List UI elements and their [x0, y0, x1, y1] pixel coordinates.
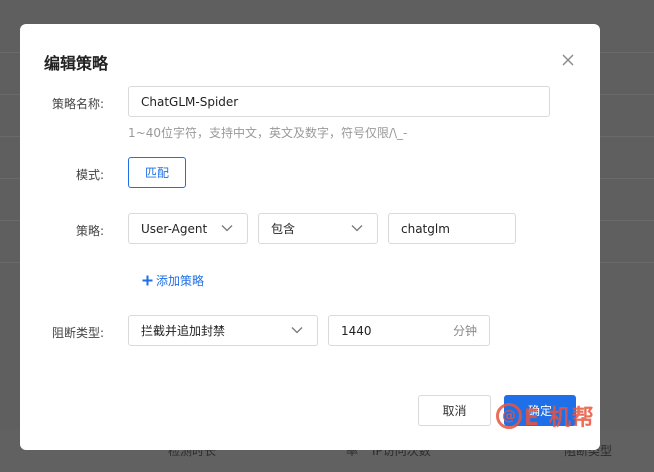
- ban-duration-value: 1440: [341, 323, 372, 338]
- strategy-field-select[interactable]: User-Agent: [128, 213, 248, 244]
- dialog-title: 编辑策略: [44, 54, 109, 73]
- watermark-text: E 机帮: [524, 406, 595, 431]
- add-strategy-label: 添加策略: [156, 274, 205, 288]
- strategy-label: 策略:: [75, 224, 104, 238]
- chevron-down-icon: [291, 327, 303, 334]
- ban-duration-unit: 分钟: [452, 324, 477, 338]
- block-type-value: 拦截并追加封禁: [141, 324, 226, 338]
- strategy-field-value: User-Agent: [141, 221, 208, 236]
- strategy-name-input[interactable]: ChatGLM-Spider: [128, 86, 550, 117]
- strategy-operator-select[interactable]: 包含: [258, 213, 378, 244]
- block-type-select[interactable]: 拦截并追加封禁: [128, 315, 318, 346]
- plus-icon: [142, 275, 153, 286]
- ban-duration-input[interactable]: 1440 分钟: [328, 315, 490, 346]
- strategy-name-value: ChatGLM-Spider: [141, 94, 239, 109]
- cancel-button[interactable]: 取消: [418, 395, 491, 426]
- chevron-down-icon: [351, 225, 363, 232]
- add-strategy-link[interactable]: 添加策略: [142, 272, 204, 289]
- close-icon[interactable]: [560, 52, 576, 68]
- strategy-name-hint: 1~40位字符，支持中文，英文及数字，符号仅限/\_-: [128, 126, 408, 140]
- block-type-label: 阻断类型:: [51, 326, 104, 340]
- strategy-operator-value: 包含: [271, 222, 296, 236]
- strategy-value-text: chatglm: [401, 221, 450, 236]
- watermark-at-icon: @: [496, 403, 522, 429]
- edit-strategy-dialog: 编辑策略 策略名称: ChatGLM-Spider 1~40位字符，支持中文，英…: [20, 24, 600, 450]
- watermark-logo: @ E 机帮: [496, 400, 595, 432]
- strategy-name-label: 策略名称:: [51, 97, 104, 111]
- chevron-down-icon: [221, 225, 233, 232]
- strategy-value-input[interactable]: chatglm: [388, 213, 516, 244]
- mode-label: 模式:: [75, 168, 104, 182]
- mode-match-button[interactable]: 匹配: [128, 157, 186, 188]
